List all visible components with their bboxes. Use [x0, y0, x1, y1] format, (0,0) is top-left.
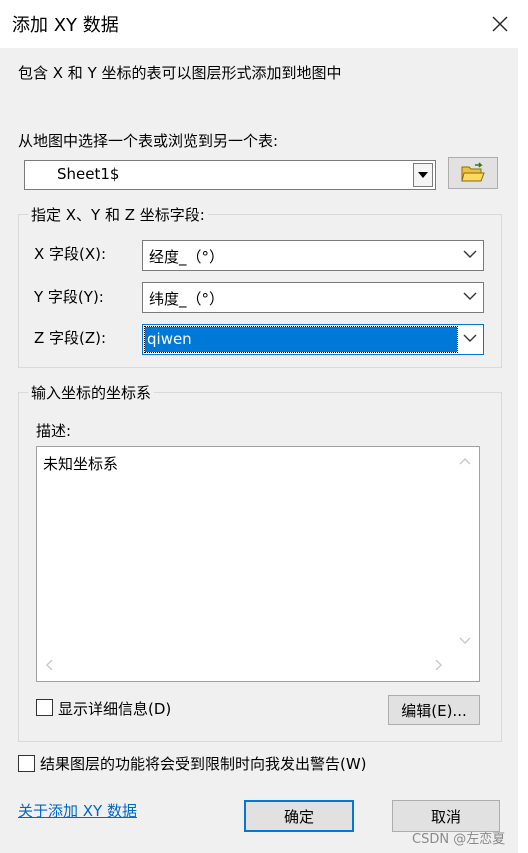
scroll-up-icon[interactable] — [459, 457, 471, 465]
description-label: 描述: — [36, 422, 72, 440]
about-link[interactable]: 关于添加 XY 数据 — [18, 800, 137, 821]
folder-open-icon — [461, 162, 485, 182]
table-select-value: Sheet1$ — [57, 165, 120, 183]
warn-label: 结果图层的功能将会受到限制时向我发出警告(W) — [40, 755, 367, 773]
z-field-select[interactable]: qiwen — [142, 324, 484, 355]
z-field-label: Z 字段(Z): — [34, 329, 107, 347]
intro-text: 包含 X 和 Y 坐标的表可以图层形式添加到地图中 — [18, 64, 342, 82]
edit-button-label: 编辑(E)... — [401, 701, 467, 720]
description-text: 未知坐标系 — [43, 455, 119, 473]
z-field-value: qiwen — [147, 330, 192, 348]
description-box[interactable]: 未知坐标系 — [36, 446, 480, 682]
x-field-value: 经度_（°） — [149, 248, 225, 266]
scroll-down-icon[interactable] — [459, 637, 471, 645]
close-icon — [492, 16, 508, 32]
close-button[interactable] — [486, 10, 514, 38]
coord-group-label: 输入坐标的坐标系 — [28, 382, 155, 403]
ok-button[interactable]: 确定 — [244, 800, 354, 832]
chevron-down-icon — [463, 250, 477, 258]
warn-checkbox[interactable] — [18, 755, 35, 772]
y-field-select[interactable]: 纬度_（°） — [142, 282, 484, 313]
ok-button-label: 确定 — [283, 807, 314, 826]
chevron-down-icon — [463, 334, 477, 342]
scroll-right-icon[interactable] — [435, 659, 443, 671]
y-field-label: Y 字段(Y): — [34, 288, 104, 306]
window-title: 添加 XY 数据 — [12, 15, 119, 36]
x-field-label: X 字段(X): — [34, 245, 107, 263]
browse-button[interactable] — [448, 157, 498, 189]
x-field-select[interactable]: 经度_（°） — [142, 240, 484, 271]
show-details-checkbox[interactable] — [36, 699, 53, 716]
table-select-dropdown[interactable] — [413, 163, 433, 187]
table-select[interactable]: Sheet1$ — [24, 160, 436, 190]
watermark: CSDN @左恋夏 — [412, 832, 506, 847]
cancel-button-label: 取消 — [430, 807, 461, 826]
window-edge — [518, 48, 528, 853]
chevron-down-icon — [418, 172, 428, 178]
show-details-label: 显示详细信息(D) — [58, 700, 172, 718]
y-field-value: 纬度_（°） — [149, 290, 225, 308]
edit-button[interactable]: 编辑(E)... — [388, 695, 480, 725]
chevron-down-icon — [463, 292, 477, 300]
z-field-highlight: qiwen — [144, 326, 458, 353]
scroll-left-icon[interactable] — [45, 659, 53, 671]
table-prompt: 从地图中选择一个表或浏览到另一个表: — [18, 132, 279, 150]
fields-group-label: 指定 X、Y 和 Z 坐标字段: — [28, 204, 208, 225]
